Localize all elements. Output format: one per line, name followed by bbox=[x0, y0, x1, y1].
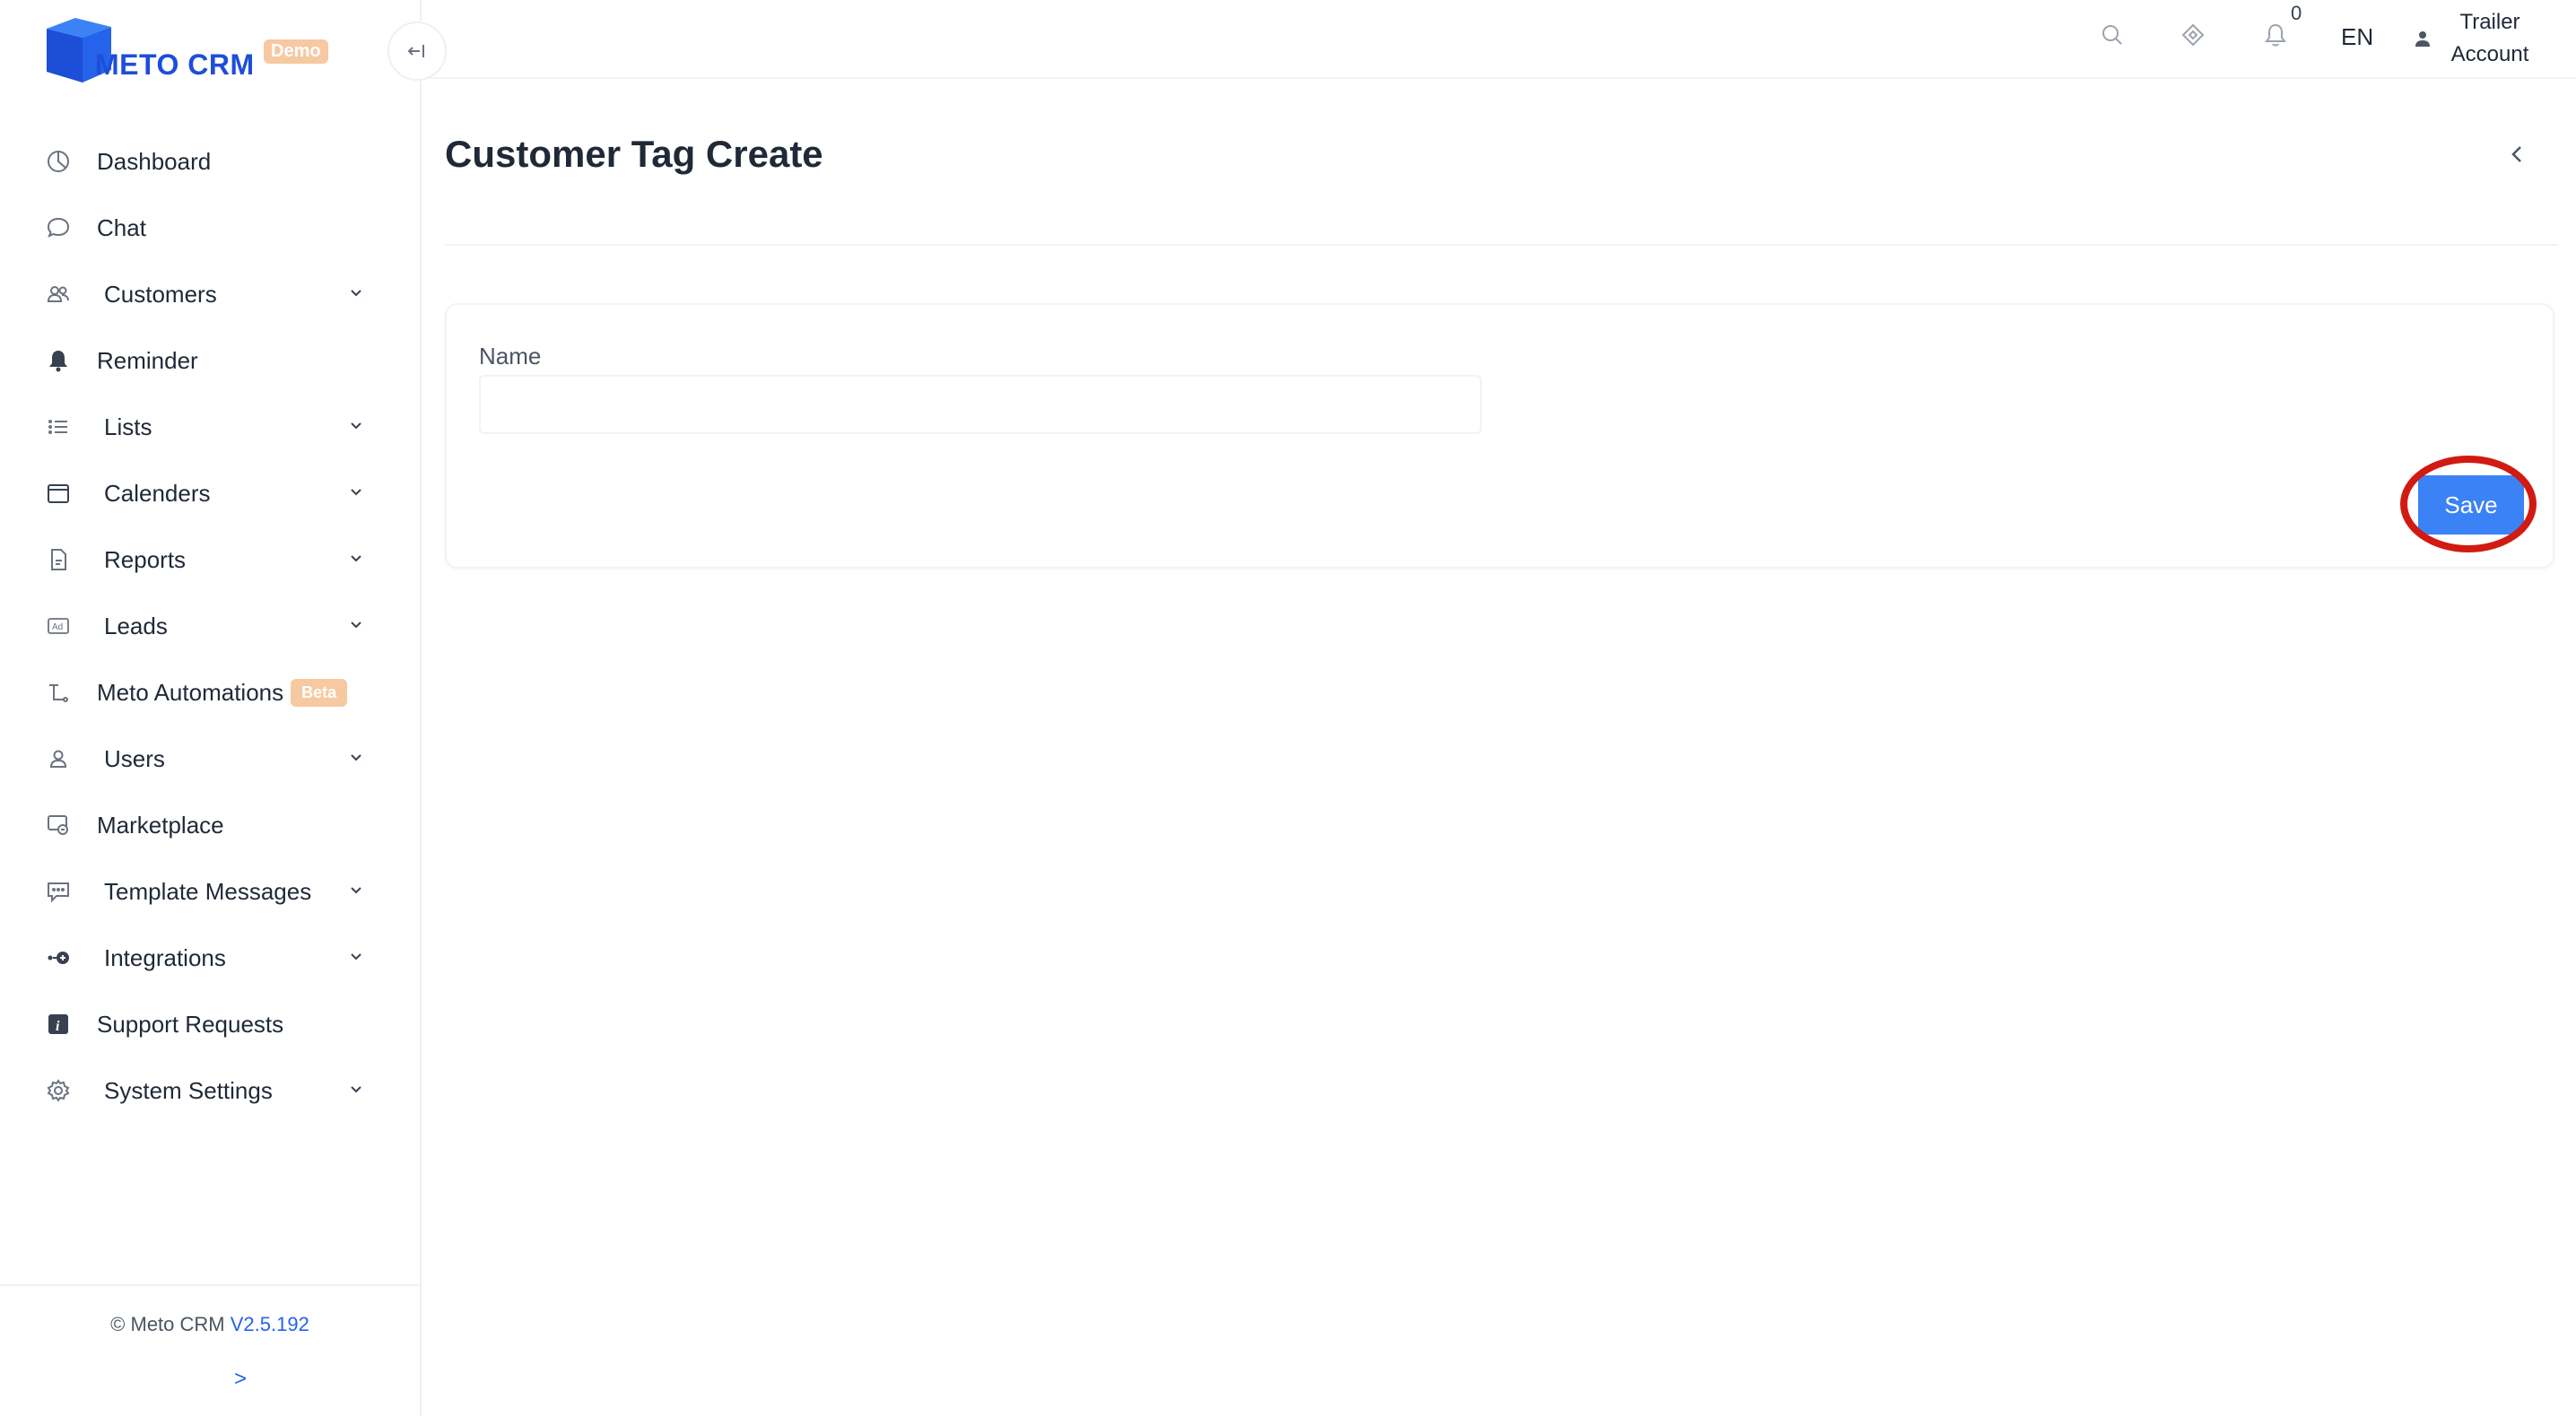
chevron-down-icon[interactable] bbox=[346, 482, 366, 507]
brand-name: METO CRM bbox=[95, 48, 255, 81]
collapse-left-icon bbox=[407, 45, 424, 57]
automation-icon bbox=[43, 677, 74, 708]
sidebar-item-integrations[interactable]: Integrations bbox=[43, 931, 366, 985]
sidebar-item-label: System Settings bbox=[104, 1076, 273, 1104]
sidebar-expand-link[interactable]: > bbox=[0, 1367, 481, 1392]
notification-bell-icon[interactable] bbox=[2262, 22, 2298, 57]
sidebar-item-support-requests[interactable]: i Support Requests bbox=[43, 997, 366, 1051]
marketplace-icon bbox=[43, 810, 74, 840]
chat-icon bbox=[43, 213, 74, 243]
sidebar-item-label: Leads bbox=[104, 612, 168, 639]
sidebar-item-label: Chat bbox=[97, 213, 146, 241]
chevron-down-icon[interactable] bbox=[346, 947, 366, 971]
sidebar-item-calenders[interactable]: Calenders bbox=[43, 466, 366, 520]
account-menu[interactable]: Trailer Account bbox=[2413, 7, 2537, 70]
account-name: Trailer Account bbox=[2443, 6, 2537, 71]
chevron-down-icon[interactable] bbox=[346, 283, 366, 308]
name-field-label: Name bbox=[479, 343, 542, 369]
sidebar-item-leads[interactable]: Ad Leads bbox=[43, 599, 366, 653]
sidebar-item-label: Users bbox=[104, 744, 165, 772]
sidebar-footer: © Meto CRM V2.5.192 bbox=[0, 1284, 420, 1417]
copyright-label: © Meto CRM bbox=[110, 1313, 225, 1335]
ad-icon: Ad bbox=[43, 611, 74, 641]
svg-text:i: i bbox=[56, 1019, 60, 1034]
sidebar-item-reminder[interactable]: Reminder bbox=[43, 334, 366, 387]
message-template-icon bbox=[43, 876, 74, 907]
dashboard-icon bbox=[43, 146, 74, 177]
calendar-icon bbox=[43, 478, 74, 509]
sidebar-item-label: Marketplace bbox=[97, 811, 224, 839]
list-icon bbox=[43, 412, 74, 442]
sidebar-item-label: Meto Automations bbox=[97, 678, 284, 706]
report-icon bbox=[43, 544, 74, 575]
sidebar-item-label: Dashboard bbox=[97, 147, 212, 175]
name-input[interactable] bbox=[479, 375, 1482, 434]
sidebar-item-label: Lists bbox=[104, 413, 152, 440]
info-icon: i bbox=[43, 1009, 74, 1039]
bell-icon bbox=[43, 345, 74, 376]
copyright-text: © Meto CRM V2.5.192 bbox=[0, 1313, 420, 1336]
sidebar-item-marketplace[interactable]: Marketplace bbox=[43, 798, 366, 852]
account-line2: Account bbox=[2450, 42, 2529, 66]
version-link[interactable]: V2.5.192 bbox=[231, 1313, 309, 1335]
sidebar-item-label: Reminder bbox=[97, 346, 198, 374]
sidebar-item-lists[interactable]: Lists bbox=[43, 400, 366, 454]
user-icon bbox=[43, 743, 74, 774]
language-selector[interactable]: EN bbox=[2341, 23, 2373, 51]
sidebar-item-chat[interactable]: Chat bbox=[43, 201, 366, 255]
diamond-icon[interactable] bbox=[2180, 22, 2215, 57]
chevron-down-icon[interactable] bbox=[346, 881, 366, 905]
demo-badge: Demo bbox=[264, 39, 328, 64]
sidebar-item-label: Template Messages bbox=[104, 877, 312, 905]
sidebar-item-customers[interactable]: Customers bbox=[43, 267, 366, 321]
sidebar-collapse-button[interactable] bbox=[387, 22, 447, 81]
sidebar-item-dashboard[interactable]: Dashboard bbox=[43, 135, 366, 188]
sidebar-item-label: Reports bbox=[104, 545, 187, 573]
customer-tag-form: Name Save bbox=[445, 303, 2554, 569]
chevron-down-icon[interactable] bbox=[346, 1080, 366, 1104]
sidebar-item-reports[interactable]: Reports bbox=[43, 533, 366, 587]
customers-icon bbox=[43, 279, 74, 309]
back-chevron-icon[interactable] bbox=[2502, 140, 2531, 173]
account-line1: Trailer bbox=[2459, 10, 2520, 34]
title-divider bbox=[445, 244, 2558, 246]
beta-badge: Beta bbox=[291, 678, 348, 707]
top-bar bbox=[422, 0, 2576, 79]
chevron-down-icon[interactable] bbox=[346, 615, 366, 639]
sidebar-item-template-messages[interactable]: Template Messages bbox=[43, 865, 366, 918]
sidebar-item-system-settings[interactable]: System Settings bbox=[43, 1064, 366, 1117]
sidebar-item-meto-automations[interactable]: Meto Automations Beta bbox=[43, 665, 366, 719]
chevron-down-icon[interactable] bbox=[346, 416, 366, 440]
sidebar-item-label: Calenders bbox=[104, 479, 211, 507]
sidebar-item-users[interactable]: Users bbox=[43, 732, 366, 786]
save-button[interactable]: Save bbox=[2418, 475, 2524, 535]
sidebar-item-label: Integrations bbox=[104, 943, 226, 971]
settings-icon bbox=[43, 1075, 74, 1106]
integration-icon bbox=[43, 943, 74, 973]
sidebar: METO CRM Demo Dashboard Chat Customers R… bbox=[0, 0, 422, 1415]
sidebar-item-label: Customers bbox=[104, 280, 217, 308]
svg-text:Ad: Ad bbox=[52, 622, 63, 632]
notification-count: 0 bbox=[2291, 2, 2302, 24]
search-icon[interactable] bbox=[2099, 22, 2135, 57]
sidebar-item-label: Support Requests bbox=[97, 1010, 284, 1038]
brand-logo[interactable]: METO CRM Demo bbox=[43, 18, 339, 86]
chevron-down-icon[interactable] bbox=[346, 748, 366, 772]
page-title: Customer Tag Create bbox=[445, 133, 823, 175]
account-user-icon bbox=[2415, 31, 2430, 47]
chevron-down-icon[interactable] bbox=[346, 549, 366, 573]
